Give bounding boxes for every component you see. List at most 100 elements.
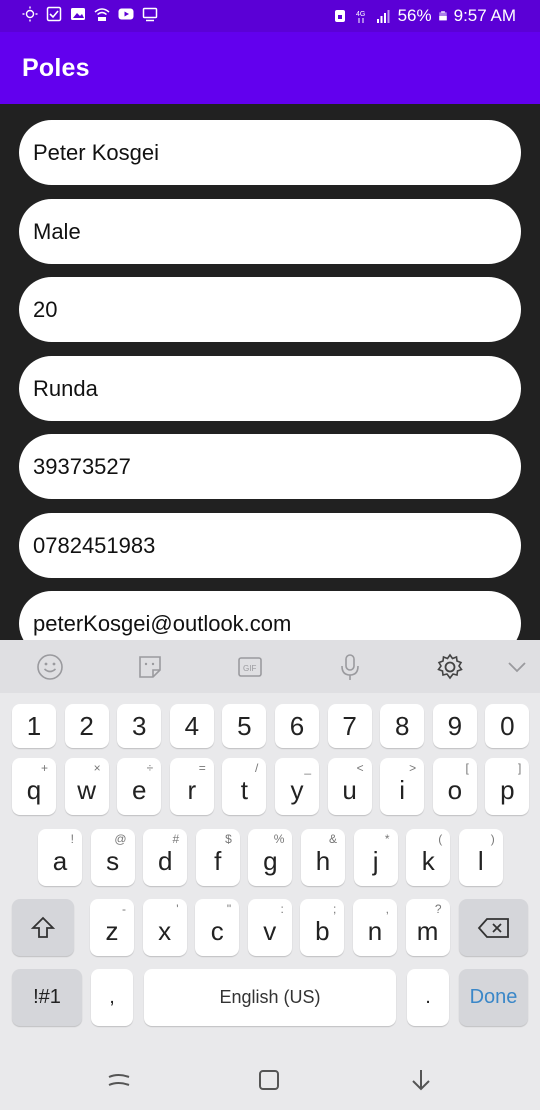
microphone-icon[interactable] [335,652,365,682]
location-field[interactable]: Runda [19,356,521,421]
key-label: 3 [131,710,147,741]
key-label: u [342,775,357,805]
key-u[interactable]: < u [327,758,372,815]
key-b[interactable]: ; b [300,899,345,956]
key-hint: ) [490,832,495,846]
key-s[interactable]: @ s [90,829,135,886]
space-label: English (US) [219,987,321,1007]
status-bar: 4G 56% 9:57 AM [0,0,540,32]
age-field[interactable]: 20 [19,277,521,342]
key-o[interactable]: [o [432,758,477,815]
key-label: b [315,916,330,946]
phone-field[interactable]: 0782451983 [19,513,521,578]
key-hint: / [255,761,259,775]
key-hint: ] [518,761,522,775]
key-m[interactable]: ? m [405,899,450,956]
key-h[interactable]: & h [301,829,345,886]
key-hint: < [356,761,364,775]
key-p[interactable]: ] p [485,758,530,815]
key-label: 7 [342,710,357,741]
id-number-field[interactable]: 39373527 [19,434,521,499]
emoji-icon[interactable] [35,652,65,682]
key-label: g [263,846,278,876]
email-field[interactable]: peterKosgei@outlook.com [19,591,521,640]
key-hint: - [122,902,126,916]
key-0[interactable]: 0 [485,704,530,748]
space-key[interactable]: English (US) [144,969,396,1026]
key-4[interactable]: 4 [169,704,214,748]
chevron-down-icon[interactable] [502,652,532,682]
key-9[interactable]: 9 [432,704,477,748]
key-label: f [214,846,222,876]
key-label: a [52,846,68,876]
key-w[interactable]: × w [64,758,109,815]
youtube-icon [118,8,134,20]
key-g[interactable]: % g [248,829,293,886]
key-label: w [77,775,96,805]
key-e[interactable]: ÷ e [117,758,162,815]
key-x[interactable]: ' x [142,899,187,956]
key-hint: × [93,761,101,775]
wifi-hotspot-icon [94,8,110,21]
key-z[interactable]: -z [90,899,134,956]
key-t[interactable]: / t [222,758,267,815]
svg-text:GIF: GIF [243,664,256,673]
key-label: 8 [394,710,410,741]
gender-field[interactable]: Male [19,199,521,264]
key-d[interactable]: # d [143,829,188,886]
sticker-icon[interactable] [135,652,165,682]
key-label: z [105,916,119,946]
key-r[interactable]: = r [169,758,214,815]
cast-icon [142,7,158,22]
key-label: 4 [184,710,200,741]
home-icon[interactable] [256,1067,282,1093]
key-a[interactable]: ! a [38,829,82,886]
nfc-lock-icon [334,10,345,22]
key-3[interactable]: 3 [117,704,162,748]
key-v[interactable]: :v [247,899,292,956]
key-c[interactable]: " c [195,899,240,956]
key-2[interactable]: 2 [64,704,109,748]
key-i[interactable]: > i [380,758,425,815]
key-q[interactable]: + q [12,758,56,815]
key-5[interactable]: 5 [222,704,267,748]
key-6[interactable]: 6 [275,704,319,748]
comma-key[interactable]: , [91,969,133,1026]
key-7[interactable]: 7 [327,704,372,748]
period-label: . [425,986,431,1008]
key-hint: = [198,761,206,775]
key-8[interactable]: 8 [380,704,425,748]
key-n[interactable]: ,n [353,899,397,956]
shift-key[interactable] [12,899,74,956]
key-label: 5 [237,710,252,741]
backspace-key[interactable] [459,899,528,956]
settings-icon[interactable] [435,652,465,682]
key-hint: _ [304,761,311,775]
symbols-key[interactable]: !#1 [12,969,82,1026]
key-label: i [399,775,406,805]
key-hint: ( [438,832,443,846]
key-1[interactable]: 1 [12,704,56,748]
key-hint: ' [176,902,179,916]
key-hint: ! [70,832,74,846]
key-l[interactable]: ) l [458,829,503,886]
period-key[interactable]: . [407,969,449,1026]
recents-icon[interactable] [106,1067,132,1093]
key-hint: & [328,832,337,846]
battery-percent: 56% [397,6,432,25]
key-y[interactable]: _ y [275,758,319,815]
gif-icon[interactable]: GIF [235,652,265,682]
key-label: d [157,846,173,876]
form-area: Peter Kosgei Male 20 Runda 39373527 0782… [0,104,540,640]
key-label: j [372,846,379,876]
key-label: 6 [289,710,305,741]
key-k[interactable]: (k [406,829,451,886]
back-icon[interactable] [408,1067,434,1093]
key-label: r [187,775,197,805]
keyboard-toolbar: GIF [0,640,540,693]
name-field[interactable]: Peter Kosgei [19,120,521,185]
done-key[interactable]: Done [459,969,528,1026]
key-j[interactable]: * j [353,829,398,886]
key-hint: # [172,832,180,846]
key-f[interactable]: $ f [195,829,240,886]
